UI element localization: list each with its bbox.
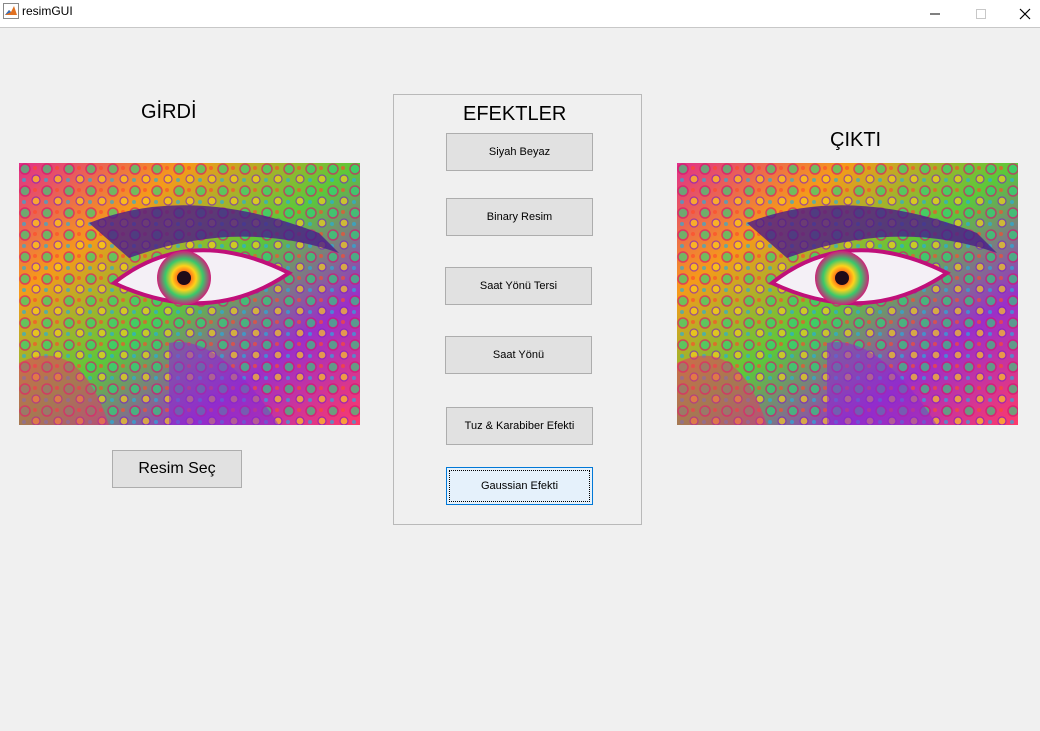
input-heading: GİRDİ: [141, 101, 197, 123]
black-white-button[interactable]: Siyah Beyaz: [446, 133, 593, 171]
window-title: resimGUI: [22, 4, 73, 18]
gaussian-button[interactable]: Gaussian Efekti: [446, 467, 593, 505]
select-image-button[interactable]: Resim Seç: [112, 450, 242, 488]
output-image: [677, 163, 1018, 425]
matlab-icon: [3, 3, 19, 19]
close-icon: [1019, 8, 1031, 19]
rotate-counterclockwise-button[interactable]: Saat Yönü Tersi: [445, 267, 592, 305]
minimize-button[interactable]: [912, 0, 958, 27]
effects-heading: EFEKTLER: [463, 103, 567, 125]
window-titlebar[interactable]: resimGUI: [0, 0, 1040, 28]
minimize-icon: [930, 13, 940, 14]
input-image: [19, 163, 360, 425]
binary-image-button[interactable]: Binary Resim: [446, 198, 593, 236]
close-button[interactable]: [1002, 0, 1040, 27]
maximize-button[interactable]: [958, 0, 1004, 27]
rotate-clockwise-button[interactable]: Saat Yönü: [445, 336, 592, 374]
output-heading: ÇIKTI: [830, 129, 882, 151]
maximize-icon: [976, 8, 986, 19]
salt-pepper-button[interactable]: Tuz & Karabiber Efekti: [446, 407, 593, 445]
